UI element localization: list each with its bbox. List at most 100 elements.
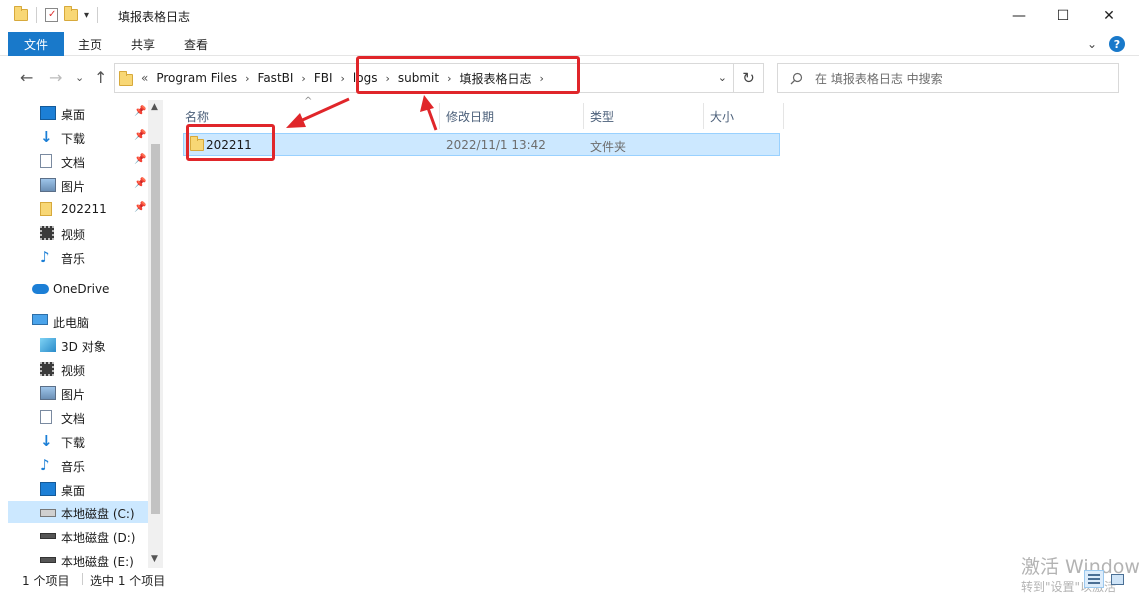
breadcrumb-overflow[interactable]: « bbox=[141, 71, 148, 85]
chevron-right-icon[interactable]: › bbox=[341, 72, 345, 85]
drive-icon bbox=[40, 557, 56, 563]
tab-share[interactable]: 共享 bbox=[131, 36, 155, 53]
tab-file[interactable]: 文件 bbox=[8, 32, 64, 56]
nav-item-onedrive[interactable]: OneDrive bbox=[8, 278, 148, 300]
navigation-pane: 桌面 📌 ↓ 下载 📌 文档 📌 图片 📌 202211 📌 视频 ♪ 音乐 O… bbox=[8, 100, 164, 569]
video-icon bbox=[40, 362, 54, 376]
drive-c-icon bbox=[40, 509, 56, 517]
folder-icon bbox=[14, 6, 28, 21]
column-header-type[interactable]: 类型 bbox=[590, 103, 614, 129]
picture-icon bbox=[40, 386, 56, 400]
search-input[interactable]: 在 填报表格日志 中搜索 bbox=[777, 63, 1119, 93]
scroll-up-icon[interactable]: ▲ bbox=[151, 102, 158, 112]
download-icon: ↓ bbox=[40, 432, 53, 450]
column-divider[interactable] bbox=[439, 103, 440, 129]
recent-locations-button[interactable]: ⌄ bbox=[75, 71, 84, 84]
nav-item-desktop-quick[interactable]: 桌面 📌 bbox=[8, 102, 148, 124]
nav-item-music[interactable]: ♪ 音乐 bbox=[8, 454, 148, 476]
nav-item-pictures-quick[interactable]: 图片 📌 bbox=[8, 174, 148, 196]
refresh-button[interactable]: ↻ bbox=[734, 63, 764, 93]
nav-item-downloads[interactable]: ↓ 下载 bbox=[8, 430, 148, 452]
folder-icon bbox=[40, 202, 52, 216]
music-icon: ♪ bbox=[40, 456, 50, 474]
column-header-modified[interactable]: 修改日期 bbox=[446, 103, 494, 129]
details-view-button[interactable] bbox=[1084, 570, 1104, 588]
window-title: 填报表格日志 bbox=[118, 10, 191, 24]
nav-item-202211[interactable]: 202211 📌 bbox=[8, 198, 148, 220]
picture-icon bbox=[40, 178, 56, 192]
maximize-button[interactable]: ☐ bbox=[1040, 0, 1086, 32]
properties-icon[interactable]: ✓ bbox=[45, 8, 58, 22]
address-dropdown-icon[interactable]: ⌄ bbox=[718, 71, 727, 84]
minimize-button[interactable]: — bbox=[996, 0, 1042, 32]
annotation-arrow-left bbox=[286, 97, 350, 128]
pin-icon[interactable]: 📌 bbox=[134, 202, 146, 213]
forward-button[interactable]: → bbox=[49, 68, 62, 87]
divider bbox=[97, 7, 99, 23]
pin-icon[interactable]: 📌 bbox=[134, 154, 146, 165]
new-folder-icon[interactable] bbox=[64, 6, 78, 21]
pin-icon[interactable]: 📌 bbox=[134, 106, 146, 117]
expand-ribbon-icon[interactable]: ⌄ bbox=[1087, 37, 1097, 51]
tab-home[interactable]: 主页 bbox=[78, 36, 102, 53]
pin-icon[interactable]: 📌 bbox=[134, 178, 146, 189]
column-divider[interactable] bbox=[783, 103, 784, 129]
document-icon bbox=[40, 410, 52, 424]
search-icon bbox=[790, 72, 803, 84]
ribbon-tabs: 文件 主页 共享 查看 ⌄ ? bbox=[0, 32, 1139, 56]
chevron-right-icon[interactable]: › bbox=[301, 72, 305, 85]
breadcrumb-program-files[interactable]: Program Files bbox=[156, 71, 237, 85]
pc-icon bbox=[32, 314, 48, 325]
column-divider[interactable] bbox=[583, 103, 584, 129]
nav-item-documents-quick[interactable]: 文档 📌 bbox=[8, 150, 148, 172]
annotation-box-path bbox=[356, 56, 580, 94]
breadcrumb-fbi[interactable]: FBI bbox=[314, 71, 333, 85]
breadcrumb-fastbi[interactable]: FastBI bbox=[258, 71, 294, 85]
nav-item-music-quick[interactable]: ♪ 音乐 bbox=[8, 246, 148, 268]
nav-item-videos-quick[interactable]: 视频 bbox=[8, 222, 148, 244]
nav-item-3d-objects[interactable]: 3D 对象 bbox=[8, 334, 148, 356]
desktop-icon bbox=[40, 482, 56, 496]
nav-item-downloads-quick[interactable]: ↓ 下载 📌 bbox=[8, 126, 148, 148]
pin-icon[interactable]: 📌 bbox=[134, 130, 146, 141]
column-divider[interactable] bbox=[703, 103, 704, 129]
details-view-icon bbox=[1088, 574, 1100, 584]
large-icons-view-button[interactable] bbox=[1107, 570, 1127, 588]
item-count: 1 个项目 bbox=[22, 574, 70, 588]
search-placeholder: 在 填报表格日志 中搜索 bbox=[815, 71, 943, 86]
divider bbox=[36, 7, 37, 23]
drive-icon bbox=[40, 533, 56, 539]
window-border bbox=[0, 590, 1139, 598]
customize-qat-icon[interactable]: ▾ bbox=[84, 10, 89, 21]
up-button[interactable]: ↑ bbox=[94, 68, 107, 87]
navigation-scrollbar[interactable]: ▲ ▼ bbox=[148, 100, 163, 568]
column-header-size[interactable]: 大小 bbox=[710, 103, 734, 129]
nav-item-documents[interactable]: 文档 bbox=[8, 406, 148, 428]
close-button[interactable]: ✕ bbox=[1086, 0, 1132, 32]
nav-item-desktop[interactable]: 桌面 bbox=[8, 478, 148, 500]
document-icon bbox=[40, 154, 52, 168]
scrollbar-thumb[interactable] bbox=[151, 144, 160, 514]
tab-view[interactable]: 查看 bbox=[184, 36, 208, 53]
title-bar: ✓ ▾ 填报表格日志 — ☐ ✕ bbox=[0, 0, 1139, 32]
help-icon[interactable]: ? bbox=[1109, 36, 1125, 52]
nav-item-drive-c[interactable]: 本地磁盘 (C:) bbox=[8, 501, 148, 523]
download-icon: ↓ bbox=[40, 128, 53, 146]
annotation-box-folder bbox=[186, 124, 275, 161]
large-icons-view-icon bbox=[1110, 573, 1124, 585]
3d-objects-icon bbox=[40, 338, 56, 352]
onedrive-icon bbox=[32, 284, 49, 294]
nav-item-this-pc[interactable]: 此电脑 bbox=[8, 310, 148, 332]
nav-item-drive-d[interactable]: 本地磁盘 (D:) bbox=[8, 525, 148, 547]
video-icon bbox=[40, 226, 54, 240]
music-icon: ♪ bbox=[40, 248, 50, 266]
file-type: 文件夹 bbox=[590, 140, 627, 154]
chevron-right-icon[interactable]: › bbox=[245, 72, 249, 85]
back-button[interactable]: ← bbox=[20, 68, 33, 87]
nav-item-videos[interactable]: 视频 bbox=[8, 358, 148, 380]
sort-ascending-icon: ^ bbox=[304, 96, 313, 107]
selected-count: 选中 1 个项目 bbox=[90, 574, 166, 588]
annotation-arrow-up bbox=[420, 95, 438, 131]
nav-item-pictures[interactable]: 图片 bbox=[8, 382, 148, 404]
scroll-down-icon[interactable]: ▼ bbox=[151, 554, 158, 564]
